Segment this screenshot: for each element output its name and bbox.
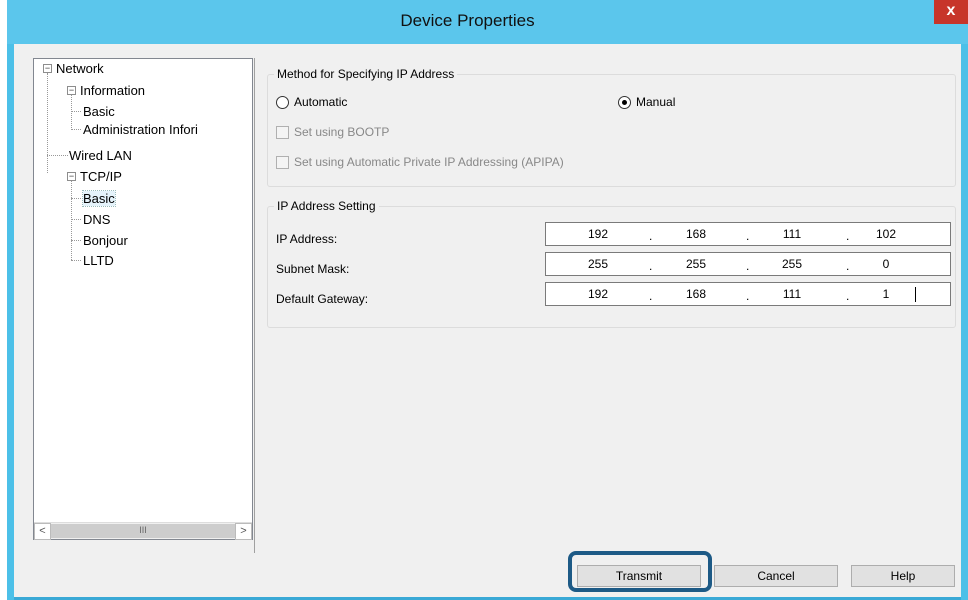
scroll-right-icon[interactable]: > [235,523,252,540]
ip-separator: . [746,259,750,273]
window-title: Device Properties [400,11,535,30]
ip-separator: . [649,259,653,273]
tree-item-label: Administration Infori [83,122,198,137]
ip-separator: . [846,289,850,303]
automatic-radio[interactable]: Automatic [276,95,347,109]
manual-radio[interactable]: Manual [618,95,675,109]
tree-item-tcpip-basic[interactable]: Basic [82,190,116,208]
tree-item-tcpip[interactable]: TCP/IP [80,168,122,186]
tree-item-bonjour[interactable]: Bonjour [83,232,128,250]
ip-octet: 111 [782,287,802,301]
default-gateway-label: Default Gateway: [276,292,369,306]
tree-item-label: Basic [82,190,116,207]
ip-octet: 1 [882,287,890,301]
help-button[interactable]: Help [851,565,955,587]
ip-setting-group: IP Address Setting IP Address: 192 . 168… [267,199,956,328]
ip-separator: . [649,229,653,243]
tree-connector [71,111,81,112]
ip-address-input[interactable]: 192 . 168 . 111 . 102 [545,222,951,246]
tree-item-label: Wired LAN [69,148,132,163]
tree-item-dns[interactable]: DNS [83,211,110,229]
tree-connector [47,73,48,173]
tree-connector [71,219,81,220]
ip-octet: 192 [587,287,609,301]
subnet-mask-label: Subnet Mask: [276,262,350,276]
ip-separator: . [649,289,653,303]
checkbox-icon [276,155,289,169]
tree-connector [47,155,68,156]
ip-separator: . [846,259,850,273]
manual-label: Manual [636,95,676,109]
default-gateway-input[interactable]: 192 . 168 . 111 . 1 [545,282,951,306]
tree-horizontal-scrollbar[interactable]: < III > [34,522,252,540]
title-bar[interactable]: Device Properties x [7,0,968,44]
tree-connector [71,129,81,130]
ip-separator: . [746,229,750,243]
tree-item-label: TCP/IP [80,169,122,184]
tree-connector [71,260,81,261]
dialog-window: Device Properties x − − − Network Inform… [7,0,968,600]
method-group: Method for Specifying IP Address Automat… [267,67,956,187]
checkbox-icon [276,125,289,139]
tree-connector [71,198,81,199]
ip-setting-group-title: IP Address Setting [274,199,379,213]
properties-panel: Method for Specifying IP Address Automat… [254,58,961,553]
collapse-network-icon[interactable]: − [43,64,52,73]
tree-item-label: DNS [83,212,111,227]
tree-item-label: Network [56,61,104,76]
apipa-label: Set using Automatic Private IP Addressin… [294,155,564,169]
radio-checked-icon [618,95,631,109]
text-cursor [915,287,916,302]
ip-octet: 192 [587,227,609,241]
tree-item-label: Information [80,83,146,98]
ip-octet: 255 [781,257,803,271]
close-button[interactable]: x [934,0,968,24]
bootp-label: Set using BOOTP [294,125,390,139]
ip-octet: 111 [782,227,802,241]
tree-connector [71,240,81,241]
ip-octet: 168 [685,287,707,301]
scroll-left-icon[interactable]: < [34,523,51,540]
tree-item-administration-info[interactable]: Administration Infori [83,121,198,139]
ip-separator: . [746,289,750,303]
tree-item-label: Bonjour [83,233,128,248]
ip-separator: . [846,229,850,243]
tree-item-wired-lan[interactable]: Wired LAN [69,147,132,165]
method-group-title: Method for Specifying IP Address [274,67,458,81]
ip-octet: 102 [875,227,897,241]
bootp-checkbox[interactable]: Set using BOOTP [276,125,389,139]
apipa-checkbox[interactable]: Set using Automatic Private IP Addressin… [276,155,564,169]
collapse-information-icon[interactable]: − [67,86,76,95]
subnet-mask-input[interactable]: 255 . 255 . 255 . 0 [545,252,951,276]
ip-octet: 255 [685,257,707,271]
ip-address-label: IP Address: [276,232,338,246]
settings-tree[interactable]: − − − Network Information Basic Administ… [33,58,253,540]
tree-item-information[interactable]: Information [80,82,145,100]
tree-item-network[interactable]: Network [56,60,104,78]
ip-octet: 168 [685,227,707,241]
tree-item-label: LLTD [83,253,114,268]
tree-item-label: Basic [83,104,115,119]
dialog-body: − − − Network Information Basic Administ… [14,44,961,598]
tree-item-lltd[interactable]: LLTD [83,252,114,270]
tree-item-information-basic[interactable]: Basic [83,103,115,121]
ip-octet: 255 [587,257,609,271]
scroll-thumb[interactable]: III [51,524,235,538]
ip-octet: 0 [882,257,890,271]
radio-unchecked-icon [276,95,289,109]
collapse-tcpip-icon[interactable]: − [67,172,76,181]
transmit-button[interactable]: Transmit [577,565,701,587]
cancel-button[interactable]: Cancel [714,565,838,587]
automatic-label: Automatic [294,95,348,109]
